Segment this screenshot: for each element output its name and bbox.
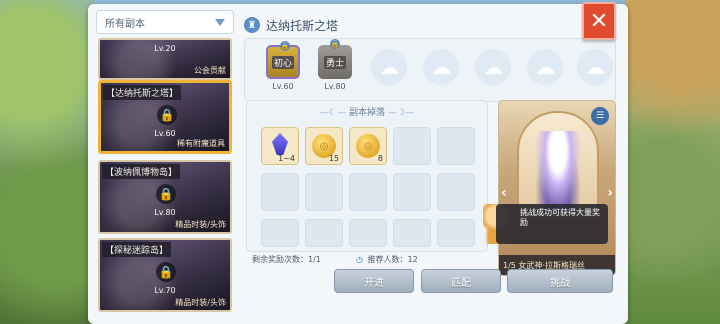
dropdown-label: 所有副本 xyxy=(105,18,145,30)
dungeon-reward: 稀有附魔道具 xyxy=(177,139,225,148)
dungeon-level: Lv.60 xyxy=(154,129,176,138)
drops-panel: —☾— 副本掉落 —☽— 1~4 ◎ 15 ◎ 8 xyxy=(246,100,488,252)
lock-icon: 🔒 xyxy=(156,262,176,282)
dungeon-title: 【达纳托斯之塔】 xyxy=(103,85,182,100)
dungeon-list: 所有副本 Lv.20 公会贡献 【达纳托斯之塔】 🔒 Lv.60 稀有附魔道具 … xyxy=(96,10,236,324)
drop-item[interactable]: ◎ 8 xyxy=(349,127,387,165)
dungeon-reward: 精品时装/头饰 xyxy=(175,220,226,229)
drop-item[interactable]: ◎ 15 xyxy=(305,127,343,165)
dungeon-title: 【探秘迷踪岛】 xyxy=(102,242,172,257)
cloud-icon: ☁ xyxy=(423,49,459,85)
difficulty-level: Lv.80 xyxy=(324,82,346,91)
chevron-right-icon[interactable]: › xyxy=(607,185,613,201)
drop-slot-empty xyxy=(437,173,475,211)
chevron-down-icon xyxy=(215,19,225,26)
divider-icon: —☾— xyxy=(320,108,349,118)
dungeon-level: Lv.70 xyxy=(154,286,176,295)
enter-button[interactable]: 开进 xyxy=(334,269,414,293)
coin-icon: ◎ xyxy=(356,134,380,158)
dungeon-level: Lv.20 xyxy=(154,44,176,53)
drop-slot-empty xyxy=(349,173,387,211)
tower-icon: ♜ xyxy=(244,17,260,33)
dungeon-title: 【波纳佩博物岛】 xyxy=(102,164,181,179)
drop-slot-empty xyxy=(393,127,431,165)
dungeon-card-4[interactable]: 【探秘迷踪岛】 🔒 Lv.70 精品时装/头饰 xyxy=(98,238,232,312)
boss-figure xyxy=(535,131,581,211)
gem-icon xyxy=(272,133,288,155)
difficulty-label: 勇士 xyxy=(323,55,346,69)
difficulty-slot-1[interactable]: 🔒 初心 Lv.60 xyxy=(263,41,303,91)
background-right xyxy=(625,0,720,324)
dungeon-card-3[interactable]: 【波纳佩博物岛】 🔒 Lv.80 精品时装/头饰 xyxy=(98,160,232,234)
cloud-icon: ☁ xyxy=(577,49,613,85)
drop-slot-empty xyxy=(261,173,299,211)
divider-icon: —☽— xyxy=(387,108,414,118)
difficulty-level: Lv.60 xyxy=(272,82,294,91)
difficulty-label: 初心 xyxy=(271,55,294,69)
drop-item[interactable]: 1~4 xyxy=(261,127,299,165)
challenge-button[interactable]: 挑战 xyxy=(507,269,613,293)
difficulty-bar: 🔒 初心 Lv.60 🔒 勇士 Lv.80 ☁ ☁ ☁ ☁ ☁ xyxy=(244,38,616,102)
boss-preview: ☰ ‹ › 1/5 女武神·拉斯格瑞丝 xyxy=(498,100,616,276)
chevron-left-icon[interactable]: ‹ xyxy=(501,185,507,201)
cloud-icon: ☁ xyxy=(475,49,511,85)
drop-slot-empty xyxy=(261,219,299,247)
drop-slot-empty xyxy=(393,219,431,247)
tip-bubble: 挑战成功可获得大量奖励 xyxy=(496,204,608,244)
detail-header: ♜ 达纳托斯之塔 xyxy=(244,14,338,36)
dungeon-card-2[interactable]: 【达纳托斯之塔】 🔒 Lv.60 稀有附魔道具 xyxy=(98,80,232,154)
dungeon-card-1[interactable]: Lv.20 公会贡献 xyxy=(98,38,232,80)
drop-slot-empty xyxy=(437,127,475,165)
people-icon: ◷ xyxy=(356,255,363,264)
cloud-icon: ☁ xyxy=(371,49,407,85)
remaining-rewards: 剩余奖励次数：1/1 xyxy=(252,255,321,264)
drop-slot-empty xyxy=(305,173,343,211)
dungeon-reward: 精品时装/头饰 xyxy=(175,298,226,307)
page-title: 达纳托斯之塔 xyxy=(266,18,339,33)
difficulty-slot-2[interactable]: 🔒 勇士 Lv.80 xyxy=(315,39,355,91)
drop-slot-empty xyxy=(305,219,343,247)
drop-slot-empty xyxy=(349,219,387,247)
lock-icon: 🔒 xyxy=(156,184,176,204)
dungeon-reward: 公会贡献 xyxy=(194,66,226,75)
list-icon[interactable]: ☰ xyxy=(591,107,609,125)
recommended-players: 推荐人数：12 xyxy=(367,255,418,264)
drop-slot-empty xyxy=(393,173,431,211)
dungeon-filter-dropdown[interactable]: 所有副本 xyxy=(96,10,234,34)
lock-icon: 🔒 xyxy=(330,39,340,49)
cloud-icon: ☁ xyxy=(527,49,563,85)
close-icon: ✕ xyxy=(589,8,609,34)
drops-title: 副本掉落 xyxy=(348,108,385,118)
lock-icon: 🔒 xyxy=(157,105,177,125)
lock-icon: 🔒 xyxy=(280,41,290,51)
close-button[interactable]: ✕ xyxy=(582,2,616,40)
match-button[interactable]: 匹配 xyxy=(421,269,501,293)
background-left xyxy=(0,0,95,324)
dungeon-level: Lv.80 xyxy=(154,208,176,217)
drop-slot-empty xyxy=(437,219,475,247)
